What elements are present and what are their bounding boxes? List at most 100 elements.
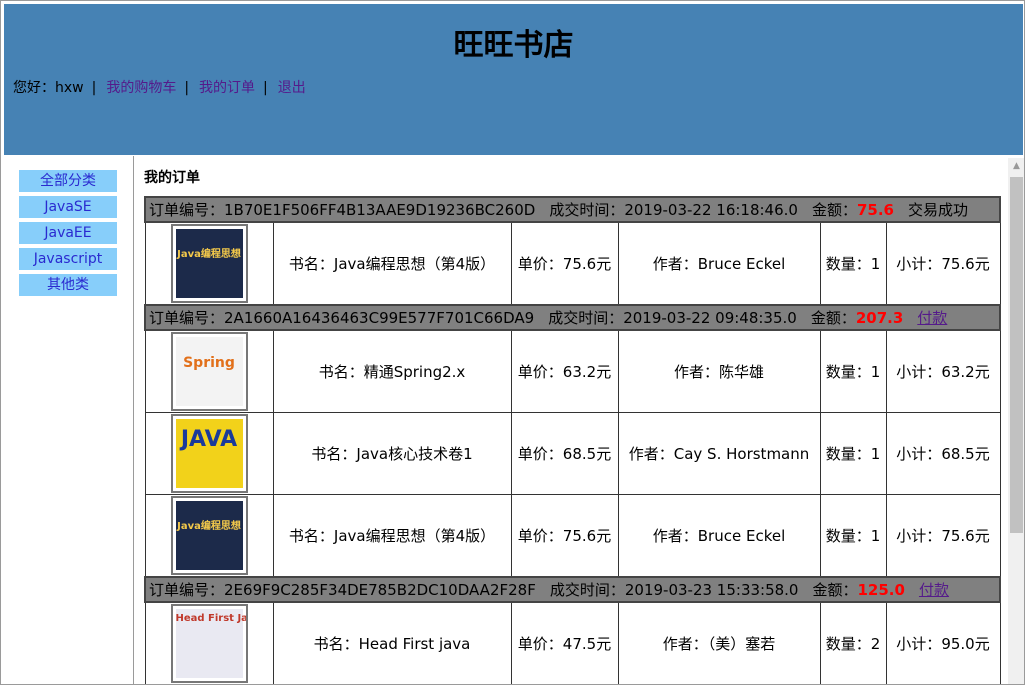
- price-cell: 单价：68.5元: [510, 412, 619, 495]
- user-bar: 您好：hxw | 我的购物车 | 我的订单 | 退出: [13, 77, 306, 97]
- subtotal-cell: 小计：95.0元: [885, 601, 1001, 684]
- qty-value: 1: [870, 255, 881, 273]
- book-cover-java-core[interactable]: JAVA: [170, 414, 248, 493]
- vertical-scrollbar[interactable]: ▲: [1008, 158, 1024, 684]
- author-value: Cay S. Horstmann: [673, 445, 810, 463]
- subtotal-value: 63.2元: [941, 363, 990, 381]
- book-cover-head-first-java[interactable]: Head First Java: [170, 604, 248, 683]
- pay-link[interactable]: 付款: [919, 581, 949, 599]
- order-no-label: 订单编号：: [149, 201, 225, 219]
- price-label: 单价：: [517, 445, 563, 463]
- book-label: 书名：: [311, 445, 357, 463]
- subtotal-value: 75.6元: [941, 255, 990, 273]
- author-label: 作者：: [652, 255, 698, 273]
- price-cell: 单价：75.6元: [510, 221, 619, 306]
- book-label: 书名：: [313, 635, 359, 653]
- book-name: Java核心技术卷1: [356, 445, 473, 463]
- category-javaee[interactable]: JavaEE: [19, 222, 117, 244]
- my-cart-link[interactable]: 我的购物车: [106, 80, 176, 96]
- author-value: （美）塞若: [707, 635, 776, 653]
- book-name: Java编程思想（第4版）: [333, 255, 496, 273]
- qty-cell: 数量：2: [819, 601, 887, 684]
- order-amount: 75.6: [856, 201, 894, 219]
- order-id: 2E69F9C285F34DE785B2DC10DAA2F28F: [224, 581, 536, 599]
- book-name-cell: 书名：Java编程思想（第4版）: [272, 494, 512, 578]
- author-value: 陈华雄: [719, 363, 765, 381]
- cover-title: JAVA: [180, 427, 238, 452]
- order-header-cell: 订单编号：2A1660A16436463C99E577F701C66DA9 成交时…: [143, 304, 1002, 331]
- order-header-row: 订单编号：1B70E1F506FF4B13AAE9D19236BC260D 成交时…: [143, 196, 1002, 223]
- book-cover-java-thinking[interactable]: Java编程思想: [170, 496, 248, 575]
- separator: |: [263, 80, 268, 96]
- page-title: 我的订单: [144, 170, 200, 186]
- author-label: 作者：: [652, 527, 698, 545]
- cover-title: Head First Java: [175, 613, 248, 624]
- author-label: 作者：: [673, 363, 719, 381]
- qty-cell: 数量：1: [819, 494, 887, 578]
- author-value: Bruce Eckel: [697, 255, 786, 273]
- username: hxw: [55, 80, 84, 96]
- subtotal-cell: 小计：63.2元: [885, 329, 1001, 413]
- cover-title: Spring: [183, 355, 235, 371]
- order-item-row: Head First Java 书名：Head First java单价：47.5…: [144, 601, 1001, 684]
- category-javascript[interactable]: Javascript: [19, 248, 117, 270]
- site-header: 旺旺书店 您好：hxw | 我的购物车 | 我的订单 | 退出: [4, 4, 1023, 155]
- author-cell: 作者：陈华雄: [617, 329, 821, 413]
- book-label: 书名：: [288, 255, 334, 273]
- book-name-cell: 书名：Java编程思想（第4版）: [272, 221, 512, 306]
- price-cell: 单价：63.2元: [510, 329, 619, 413]
- order-amount-label: 金额：: [812, 581, 858, 599]
- subtotal-value: 68.5元: [941, 445, 990, 463]
- author-cell: 作者：（美）塞若: [617, 601, 821, 684]
- author-label: 作者：: [628, 445, 674, 463]
- price-label: 单价：: [517, 635, 563, 653]
- subtotal-label: 小计：: [896, 255, 942, 273]
- author-cell: 作者：Bruce Eckel: [617, 221, 821, 306]
- price-cell: 单价：47.5元: [510, 601, 619, 684]
- author-value: Bruce Eckel: [697, 527, 786, 545]
- qty-value: 2: [870, 635, 881, 653]
- price-cell: 单价：75.6元: [510, 494, 619, 578]
- order-id: 1B70E1F506FF4B13AAE9D19236BC260D: [224, 201, 536, 219]
- order-no-label: 订单编号：: [149, 309, 225, 327]
- page-frame: 旺旺书店 您好：hxw | 我的购物车 | 我的订单 | 退出 全部分类 JavaSE Ja…: [0, 0, 1025, 685]
- my-orders-link[interactable]: 我的订单: [199, 80, 255, 96]
- category-other[interactable]: 其他类: [19, 274, 117, 296]
- cover-cell: Head First Java: [144, 601, 274, 684]
- subtotal-cell: 小计：75.6元: [885, 221, 1001, 306]
- scroll-thumb[interactable]: [1010, 177, 1023, 533]
- scroll-up-arrow-icon[interactable]: ▲: [1008, 158, 1024, 175]
- book-name: Java编程思想（第4版）: [333, 527, 496, 545]
- price-value: 63.2元: [562, 363, 612, 381]
- price-label: 单价：: [517, 363, 563, 381]
- pay-link[interactable]: 付款: [917, 309, 947, 327]
- qty-label: 数量：: [825, 445, 871, 463]
- order-time-label: 成交时间：: [549, 581, 625, 599]
- category-all[interactable]: 全部分类: [19, 170, 117, 192]
- price-label: 单价：: [517, 527, 563, 545]
- qty-label: 数量：: [825, 363, 871, 381]
- author-cell: 作者：Bruce Eckel: [617, 494, 821, 578]
- qty-value: 1: [870, 363, 881, 381]
- cover-cell: Spring: [144, 329, 274, 413]
- qty-cell: 数量：1: [819, 221, 887, 306]
- book-cover-java-thinking[interactable]: Java编程思想: [170, 224, 248, 303]
- book-cover-spring[interactable]: Spring: [170, 332, 248, 411]
- category-javase[interactable]: JavaSE: [19, 196, 117, 218]
- price-label: 单价：: [517, 255, 563, 273]
- main-content: 我的订单 订单编号：1B70E1F506FF4B13AAE9D19236BC26…: [134, 156, 1006, 684]
- order-time: 2019-03-22 16:18:46.0: [624, 201, 798, 219]
- store-title: 旺旺书店: [453, 28, 574, 63]
- subtotal-value: 75.6元: [941, 527, 990, 545]
- category-sidebar: 全部分类 JavaSE JavaEE Javascript 其他类: [4, 156, 134, 684]
- book-label: 书名：: [288, 527, 334, 545]
- cover-title: Java编程思想: [177, 521, 241, 532]
- logout-link[interactable]: 退出: [278, 80, 306, 96]
- order-item-row: Java编程思想 书名：Java编程思想（第4版） 单价：75.6元 作者：Bruce…: [144, 494, 1001, 578]
- subtotal-value: 95.0元: [941, 635, 990, 653]
- order-header-row: 订单编号：2A1660A16436463C99E577F701C66DA9 成交时…: [143, 304, 1002, 331]
- qty-value: 1: [870, 445, 881, 463]
- separator: |: [91, 80, 97, 96]
- book-name-cell: 书名：Head First java: [272, 601, 512, 684]
- order-header-cell: 订单编号：2E69F9C285F34DE785B2DC10DAA2F28F 成交时…: [143, 576, 1002, 603]
